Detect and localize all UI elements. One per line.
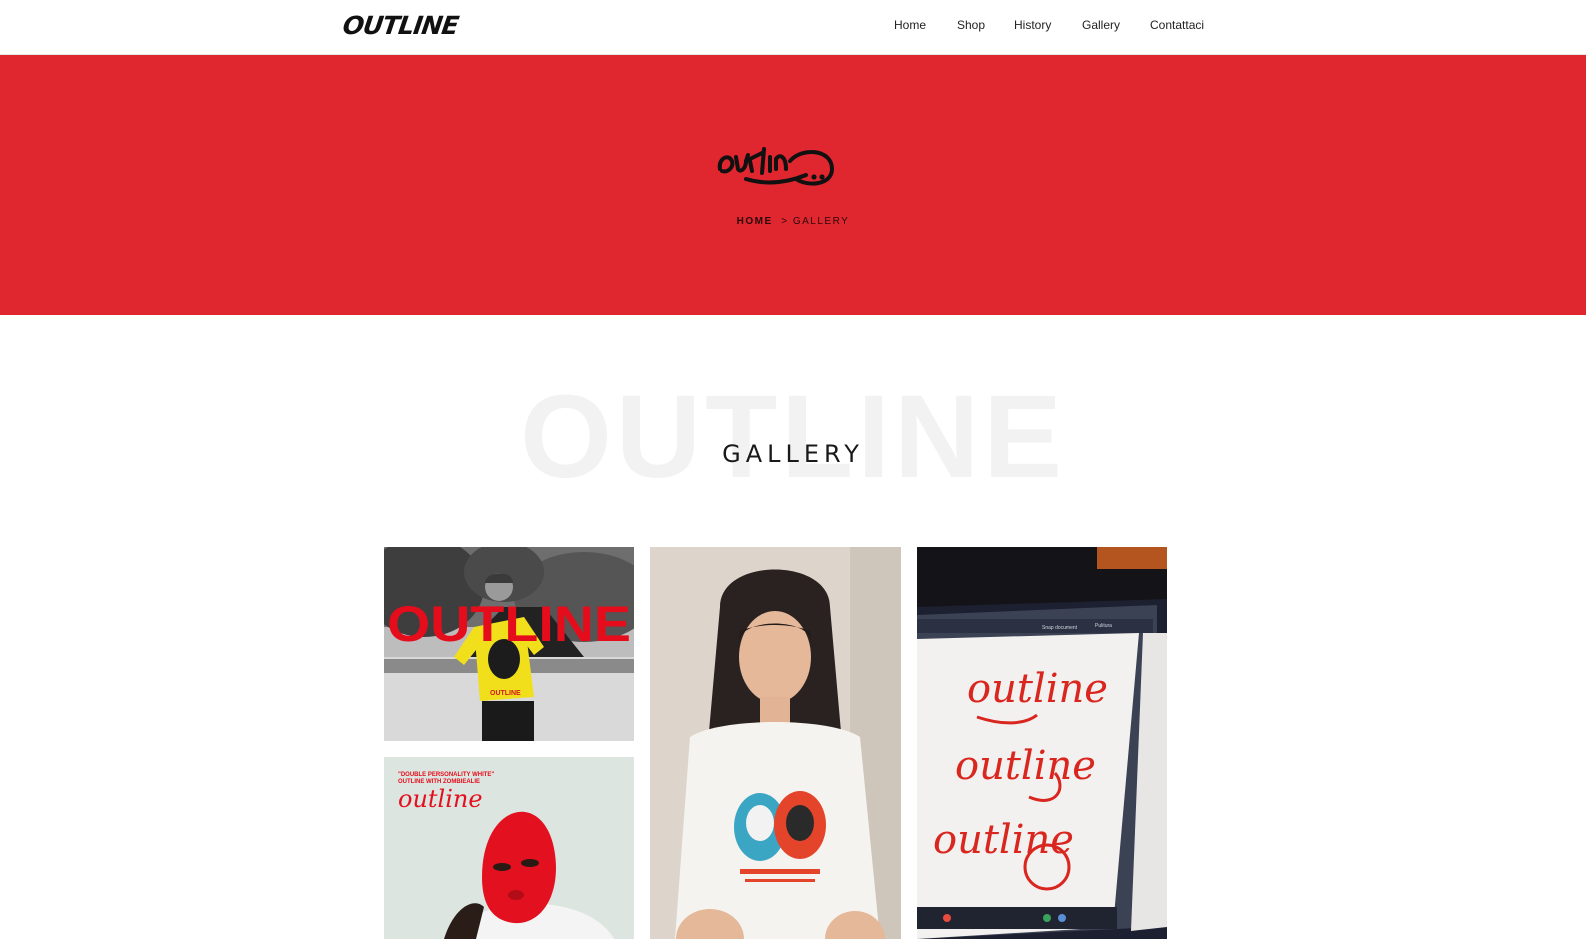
- breadcrumb-current: GALLERY: [792, 216, 850, 227]
- gallery-photo-white-tee[interactable]: [650, 547, 901, 939]
- tile3-tag-2: outline: [955, 743, 1096, 789]
- nav-shop[interactable]: Shop: [957, 18, 985, 32]
- breadcrumb-home[interactable]: HOME: [737, 216, 773, 227]
- gallery-photo-laptop-tags[interactable]: Snap document Pulitura outline outline o…: [917, 547, 1167, 939]
- tile3-toolbar-label-2: Pulitura: [1095, 623, 1112, 629]
- site-header: OUTLINE Home Shop History Gallery Contat…: [0, 0, 1586, 55]
- nav-history[interactable]: History: [1014, 18, 1051, 32]
- tile4-caption-line1: "DOUBLE PERSONALITY WHITE": [398, 772, 495, 778]
- gallery-title: GALLERY: [722, 440, 864, 468]
- gallery-photo-yellow-tee[interactable]: OUTLINE OUTLINE: [384, 547, 634, 741]
- nav-contattaci[interactable]: Contattaci: [1150, 18, 1204, 32]
- tile4-tag: outline: [398, 785, 483, 813]
- tile3-tag-1: outline: [967, 666, 1108, 712]
- gallery-photo-red-balaclava[interactable]: "DOUBLE PERSONALITY WHITE" OUTLINE WITH …: [384, 757, 634, 939]
- tile3-toolbar-label-1: Snap document: [1042, 625, 1078, 631]
- hero-banner: outline HOME > GALLERY: [0, 55, 1586, 315]
- tile1-shirt-text: OUTLINE: [490, 690, 521, 697]
- hero-graffiti-logo: outline: [717, 147, 834, 186]
- site-logo[interactable]: OUTLINE: [341, 11, 460, 40]
- background-watermark-word: OUTLINE: [520, 371, 1066, 503]
- breadcrumb: HOME > GALLERY: [0, 216, 1586, 227]
- tile3-tag-3: outline: [933, 817, 1074, 863]
- nav-home[interactable]: Home: [894, 18, 926, 32]
- nav-gallery[interactable]: Gallery: [1082, 18, 1120, 32]
- breadcrumb-separator: >: [781, 216, 789, 227]
